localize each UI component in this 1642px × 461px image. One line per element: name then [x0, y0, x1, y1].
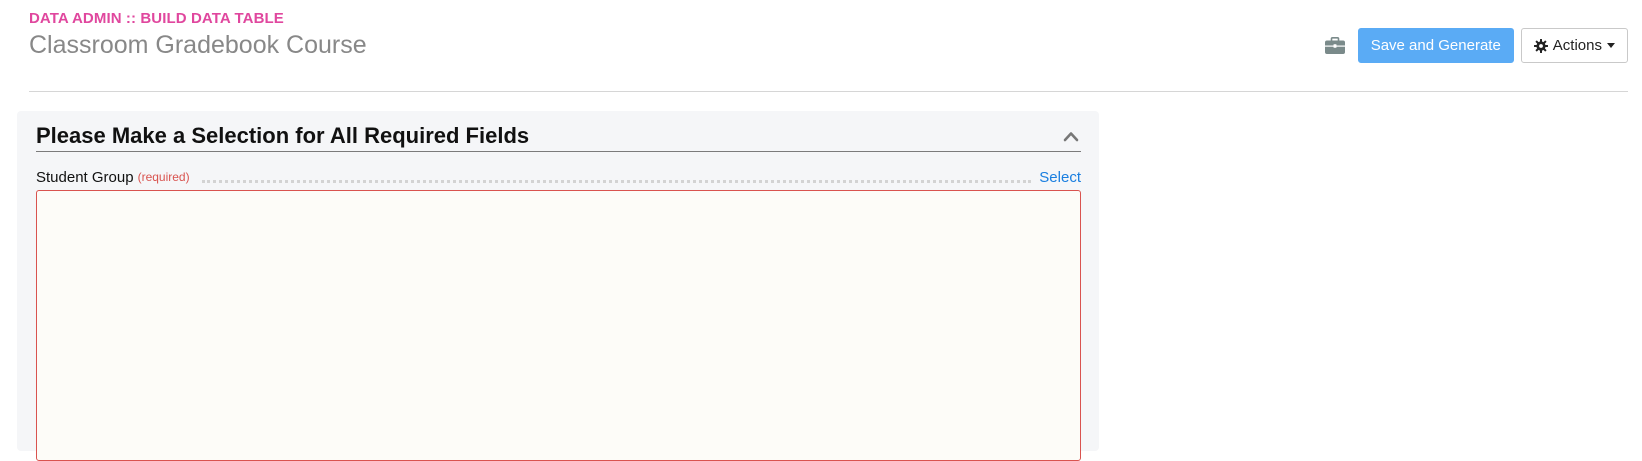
header-divider: [29, 91, 1628, 92]
panel-heading: Please Make a Selection for All Required…: [36, 123, 1081, 152]
dotted-leader: [201, 172, 1032, 183]
briefcase-icon[interactable]: [1324, 35, 1346, 57]
student-group-select-link[interactable]: Select: [1039, 169, 1081, 186]
student-group-field-row: Student Group (required) Select: [36, 167, 1081, 187]
breadcrumb: DATA ADMIN :: BUILD DATA TABLE: [29, 10, 284, 27]
required-indicator: (required): [137, 170, 190, 184]
student-group-selection-box[interactable]: [36, 190, 1081, 461]
actions-label: Actions: [1552, 37, 1602, 54]
gear-icon: [1533, 38, 1548, 53]
caret-down-icon: [1607, 43, 1615, 48]
panel-title: Please Make a Selection for All Required…: [36, 123, 530, 148]
actions-dropdown-button[interactable]: Actions: [1520, 28, 1628, 63]
save-and-generate-button[interactable]: Save and Generate: [1357, 28, 1514, 63]
header-toolbar: Save and Generate Actions: [1324, 28, 1628, 63]
student-group-label: Student Group: [36, 168, 134, 186]
chevron-up-icon[interactable]: [1063, 128, 1079, 144]
required-fields-panel: Please Make a Selection for All Required…: [17, 111, 1099, 461]
